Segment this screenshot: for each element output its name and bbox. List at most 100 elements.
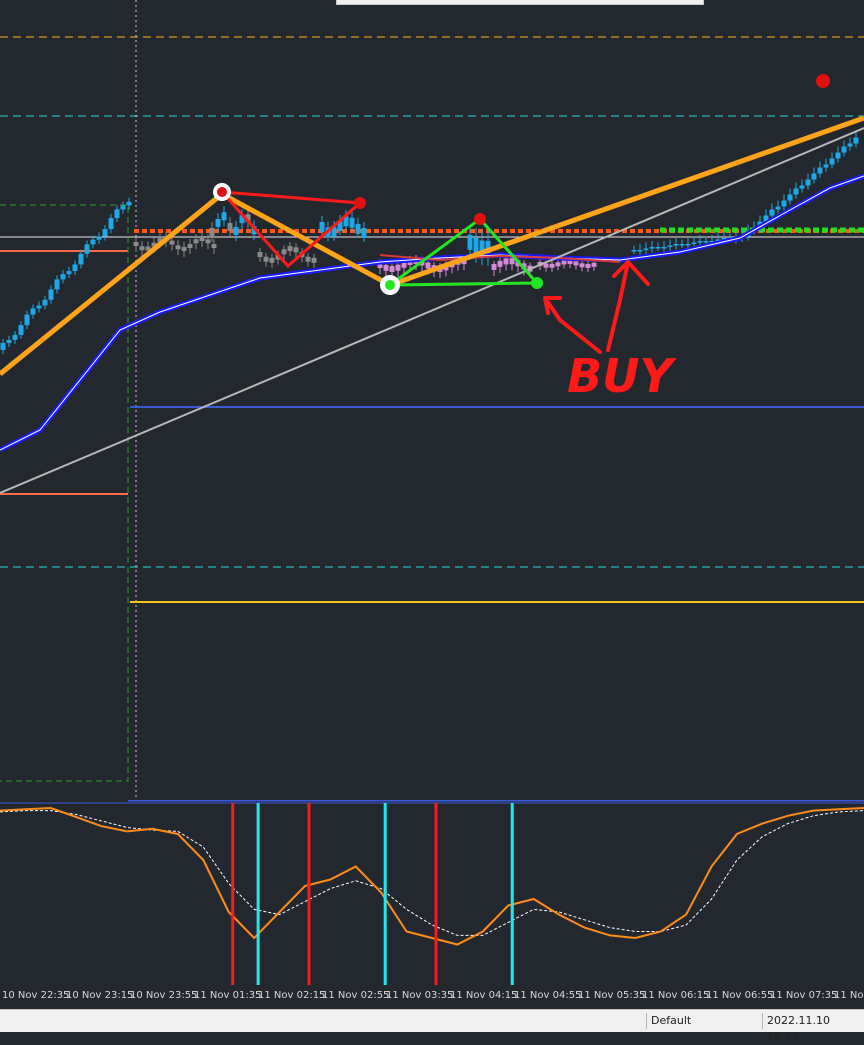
- candle-body: [108, 218, 114, 230]
- candle-body: [805, 179, 811, 186]
- candle-body: [287, 246, 293, 252]
- candle-body: [817, 167, 823, 174]
- candle-body: [667, 245, 673, 247]
- candle-body: [269, 257, 275, 263]
- candle-body: [649, 247, 655, 249]
- candle-body: [96, 236, 102, 240]
- candle-body: [199, 237, 205, 242]
- candle-body: [90, 239, 96, 245]
- candle-body: [211, 244, 217, 249]
- candle-body: [395, 264, 401, 271]
- candle-body: [425, 262, 431, 269]
- candle-body: [6, 339, 12, 343]
- candle-body: [473, 237, 479, 253]
- candle-body: [257, 252, 263, 257]
- time-axis-label: 11 Nov 08: [834, 990, 864, 1001]
- candle-body: [114, 209, 120, 219]
- time-axis-label: 11 Nov 07:35: [770, 990, 838, 1001]
- moving-average: [0, 173, 864, 453]
- swing-low-marker-dot: [385, 280, 395, 290]
- candle-body: [673, 244, 679, 246]
- candle-body: [383, 264, 389, 271]
- candle-body: [585, 263, 591, 268]
- pattern-point-green: [531, 277, 543, 289]
- candle-body: [319, 222, 325, 232]
- status-datetime: 2022.11.10 19:10: [762, 1013, 864, 1043]
- candle-body: [169, 240, 175, 245]
- candle-body: [48, 289, 54, 300]
- buy-annotation: BUY: [567, 349, 677, 403]
- background-levels: [0, 0, 864, 800]
- candle-body: [829, 158, 835, 165]
- candle-body: [36, 305, 42, 309]
- candle-body: [637, 250, 643, 252]
- candle-body: [293, 247, 299, 253]
- candle-body: [579, 263, 585, 268]
- time-axis-label: 11 Nov 04:15: [450, 990, 518, 1001]
- candle-body: [793, 188, 799, 195]
- price-chart[interactable]: BUY: [0, 0, 864, 800]
- candle-body: [102, 229, 108, 237]
- candle-body: [697, 241, 703, 243]
- time-axis-label: 10 Nov 23:55: [130, 990, 198, 1001]
- status-profile[interactable]: Default: [646, 1013, 759, 1029]
- time-axis-label: 11 Nov 05:35: [578, 990, 646, 1001]
- candle-body: [349, 217, 355, 228]
- candle-body: [853, 137, 859, 144]
- candle-body: [787, 194, 793, 201]
- candle-body: [54, 279, 60, 290]
- buy-arrow-right: [606, 260, 650, 352]
- osc-signal-line: [0, 810, 864, 936]
- candle-body: [215, 218, 221, 227]
- candle-body: [555, 262, 561, 267]
- candle-body: [209, 228, 215, 236]
- status-bar: Default 2022.11.10 19:10: [0, 1009, 864, 1043]
- candle-body: [467, 234, 473, 250]
- candle-body: [655, 247, 661, 249]
- candle-body: [591, 262, 597, 267]
- candle-body: [221, 212, 227, 221]
- time-axis: 10 Nov 22:35 10 Nov 23:15 10 Nov 23:55 11 N…: [0, 985, 864, 1009]
- candle-body: [491, 263, 497, 270]
- time-axis-label: 10 Nov 23:15: [66, 990, 134, 1001]
- candle-body: [841, 146, 847, 153]
- osc-main-line: [0, 806, 864, 946]
- candle-body: [120, 205, 126, 210]
- candle-body: [679, 244, 685, 246]
- candle-body: [12, 334, 18, 340]
- candle-body: [181, 246, 187, 251]
- candle-body: [549, 263, 555, 268]
- candle-body: [361, 227, 367, 238]
- time-axis-label: 11 Nov 01:35: [194, 990, 262, 1001]
- candle-body: [30, 308, 36, 315]
- candle-body: [389, 265, 395, 272]
- candle-body: [18, 325, 24, 335]
- candle-body: [72, 264, 78, 272]
- candle-body: [205, 239, 211, 244]
- candle-body: [233, 226, 239, 235]
- oscillator-panel[interactable]: [0, 800, 864, 985]
- candle-body: [631, 250, 637, 252]
- candle-body: [355, 223, 361, 234]
- candle-body: [139, 246, 145, 251]
- candle-body: [42, 299, 48, 306]
- candle-body: [769, 209, 775, 216]
- time-axis-label: 11 Nov 02:15: [258, 990, 326, 1001]
- candle-body: [847, 143, 853, 147]
- candle-body: [78, 253, 84, 265]
- pattern-point-red: [354, 197, 366, 209]
- candle-body: [811, 173, 817, 180]
- candle-body: [66, 271, 72, 275]
- candle-body: [175, 245, 181, 250]
- candle-body: [263, 256, 269, 262]
- time-axis-label: 11 Nov 04:55: [514, 990, 582, 1001]
- candle-body: [187, 244, 193, 249]
- moving-average-inner: [0, 175, 864, 451]
- candle-body: [573, 261, 579, 266]
- candle-body: [227, 223, 233, 232]
- time-axis-label: 11 Nov 06:55: [706, 990, 774, 1001]
- pattern-point-red-high: [816, 74, 830, 88]
- candle-body: [775, 206, 781, 210]
- candle-body: [497, 260, 503, 267]
- candle-body: [281, 249, 287, 255]
